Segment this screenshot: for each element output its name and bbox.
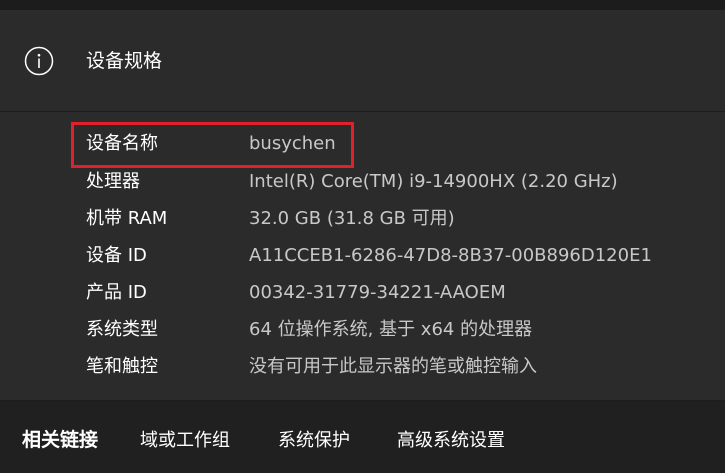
device-specs-window: 设备规格 设备名称 busychen 处理器 Intel(R) Core(TM)… — [0, 0, 725, 473]
spec-value[interactable]: 32.0 GB (31.8 GB 可用) — [249, 206, 455, 232]
spec-label: 系统类型 — [86, 319, 158, 340]
spec-value[interactable]: busychen — [249, 131, 336, 157]
device-specs-title: 设备规格 — [86, 50, 163, 72]
spec-label: 设备 ID — [86, 245, 147, 266]
spec-row-device-id: 设备 ID A11CCEB1-6286-47D8-8B37-00B896D120… — [0, 238, 725, 274]
related-links-heading: 相关链接 — [22, 429, 99, 451]
spec-row-product-id: 产品 ID 00342-31779-34221-AAOEM — [0, 275, 725, 311]
spec-label: 机带 RAM — [86, 208, 168, 229]
spec-row-device-name: 设备名称 busychen — [0, 126, 725, 162]
spec-value[interactable]: 00342-31779-34221-AAOEM — [249, 280, 506, 306]
spec-value[interactable]: 64 位操作系统, 基于 x64 的处理器 — [249, 317, 532, 343]
spec-label: 设备名称 — [86, 133, 158, 154]
spec-label: 处理器 — [86, 171, 140, 192]
spec-value[interactable]: 没有可用于此显示器的笔或触控输入 — [249, 354, 537, 380]
device-specs-card: 设备规格 设备名称 busychen 处理器 Intel(R) Core(TM)… — [0, 10, 725, 400]
spec-row-pen-touch: 笔和触控 没有可用于此显示器的笔或触控输入 — [0, 349, 725, 385]
section-divider — [0, 111, 725, 112]
spec-value[interactable]: Intel(R) Core(TM) i9-14900HX (2.20 GHz) — [249, 169, 618, 195]
info-icon — [24, 46, 54, 76]
spec-row-processor: 处理器 Intel(R) Core(TM) i9-14900HX (2.20 G… — [0, 164, 725, 200]
spec-label: 产品 ID — [86, 282, 147, 303]
spec-label: 笔和触控 — [86, 356, 158, 377]
spec-row-ram: 机带 RAM 32.0 GB (31.8 GB 可用) — [0, 201, 725, 237]
spec-row-system-type: 系统类型 64 位操作系统, 基于 x64 的处理器 — [0, 312, 725, 348]
system-protection-link[interactable]: 系统保护 — [278, 428, 350, 454]
top-edge — [0, 0, 725, 10]
spec-value[interactable]: A11CCEB1-6286-47D8-8B37-00B896D120E1 — [249, 243, 652, 269]
advanced-system-settings-link[interactable]: 高级系统设置 — [397, 428, 505, 454]
device-specs-header[interactable]: 设备规格 — [0, 10, 725, 111]
related-links-bar: 相关链接 域或工作组 系统保护 高级系统设置 — [0, 401, 725, 473]
domain-workgroup-link[interactable]: 域或工作组 — [140, 428, 230, 454]
